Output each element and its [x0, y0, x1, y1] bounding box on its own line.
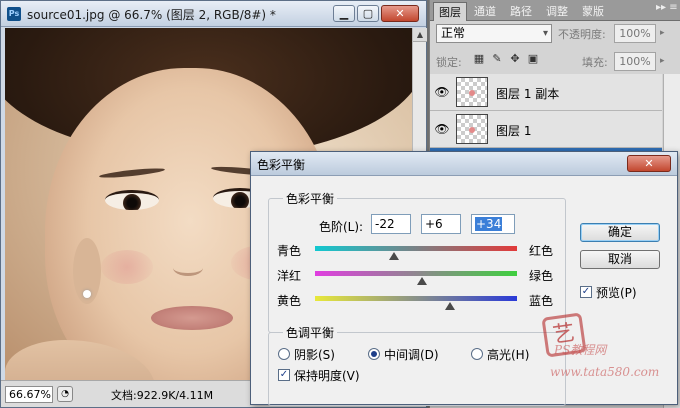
photo-left-eye [105, 190, 159, 210]
slider-yellow-label: 黄色 [277, 294, 302, 308]
shadows-radio[interactable] [278, 348, 290, 360]
slider-magenta-green[interactable] [315, 271, 517, 276]
fill-dropdown-icon[interactable]: ▸ [660, 56, 665, 66]
photo-lips [151, 306, 233, 330]
midtones-label[interactable]: 中间调(D) [384, 346, 439, 363]
zoom-level-field[interactable]: 66.67% [5, 386, 53, 403]
watermark: 艺 PS教程网 www.tata580.com [524, 195, 659, 395]
layer-row[interactable]: 👁 图层 1 [430, 111, 662, 148]
opacity-field[interactable]: 100% [614, 24, 656, 43]
photo-earring [83, 290, 91, 298]
levels-label: 色阶(L): [319, 220, 364, 234]
photo-left-cheek [101, 250, 153, 284]
level-yellow-blue-input[interactable]: +34 [471, 214, 515, 234]
preserve-luminosity-label[interactable]: 保持明度(V) [294, 367, 360, 384]
lock-image-icon[interactable]: ✎ [490, 52, 504, 66]
watermark-site-name: PS教程网 [554, 343, 607, 357]
close-document-button[interactable]: ✕ [381, 5, 419, 22]
opacity-label: 不透明度: [558, 28, 606, 41]
minimize-button[interactable]: ▁ [333, 5, 355, 22]
tab-paths[interactable]: 路径 [503, 2, 539, 21]
slider-cyan-label: 青色 [277, 244, 302, 258]
level-magenta-green-input[interactable]: +6 [421, 214, 461, 234]
tab-channels[interactable]: 通道 [467, 2, 503, 21]
layer-name: 图层 1 [496, 124, 532, 138]
panel-menu-icon[interactable]: ▸▸ ≡ [656, 2, 678, 13]
dialog-title-bar[interactable]: 色彩平衡 ✕ [251, 152, 677, 176]
slider-thumb-icon[interactable] [388, 252, 399, 260]
lock-label: 锁定: [436, 56, 462, 69]
lock-position-icon[interactable]: ✥ [508, 52, 522, 66]
color-balance-group [268, 198, 566, 333]
layer-thumbnail [456, 77, 488, 107]
blend-mode-select[interactable]: 正常 [436, 24, 552, 43]
slider-cyan-red[interactable] [315, 246, 517, 251]
lock-all-icon[interactable]: ▣ [526, 52, 540, 66]
document-title: source01.jpg @ 66.7% (图层 2, RGB/8#) * [27, 8, 276, 22]
panel-tab-bar: 图层 通道 路径 调整 蒙版 ▸▸ ≡ [430, 0, 680, 21]
color-balance-group-title: 色彩平衡 [283, 190, 338, 207]
highlights-radio[interactable] [471, 348, 483, 360]
opacity-dropdown-icon[interactable]: ▸ [660, 28, 665, 38]
photo-nose [173, 260, 203, 276]
level-cyan-red-input[interactable]: -22 [371, 214, 411, 234]
midtones-radio[interactable] [368, 348, 380, 360]
slider-magenta-label: 洋红 [277, 269, 302, 283]
status-info-icon[interactable]: ◔ [57, 386, 73, 402]
layer-name: 图层 1 副本 [496, 87, 560, 101]
lock-transparent-icon[interactable]: ▦ [472, 52, 486, 66]
layer-row[interactable]: 👁 图层 1 副本 [430, 74, 662, 111]
maximize-button[interactable]: ▢ [357, 5, 379, 22]
slider-thumb-icon[interactable] [445, 302, 456, 310]
visibility-eye-icon[interactable]: 👁 [434, 121, 450, 137]
shadows-label[interactable]: 阴影(S) [294, 346, 335, 363]
fill-field[interactable]: 100% [614, 52, 656, 71]
tab-layers[interactable]: 图层 [433, 2, 467, 21]
close-dialog-button[interactable]: ✕ [627, 155, 671, 172]
level-yellow-blue-text: +34 [475, 217, 503, 231]
dialog-title: 色彩平衡 [257, 158, 306, 172]
photoshop-logo-icon: Ps [7, 7, 21, 21]
tab-masks[interactable]: 蒙版 [575, 2, 611, 21]
slider-thumb-icon[interactable] [417, 277, 428, 285]
tab-adjustments[interactable]: 调整 [539, 2, 575, 21]
visibility-eye-icon[interactable]: 👁 [434, 84, 450, 100]
preserve-luminosity-checkbox[interactable]: ✓ [278, 369, 290, 381]
fill-label: 填充: [582, 56, 608, 69]
scroll-up-arrow-icon[interactable]: ▲ [413, 28, 427, 42]
document-title-bar[interactable]: Ps source01.jpg @ 66.7% (图层 2, RGB/8#) *… [1, 1, 426, 27]
slider-yellow-blue[interactable] [315, 296, 517, 301]
layer-thumbnail [456, 114, 488, 144]
document-size-info: 文档:922.9K/4.11M [111, 389, 214, 402]
tone-balance-group-title: 色调平衡 [283, 324, 338, 341]
watermark-url: www.tata580.com [550, 365, 660, 379]
